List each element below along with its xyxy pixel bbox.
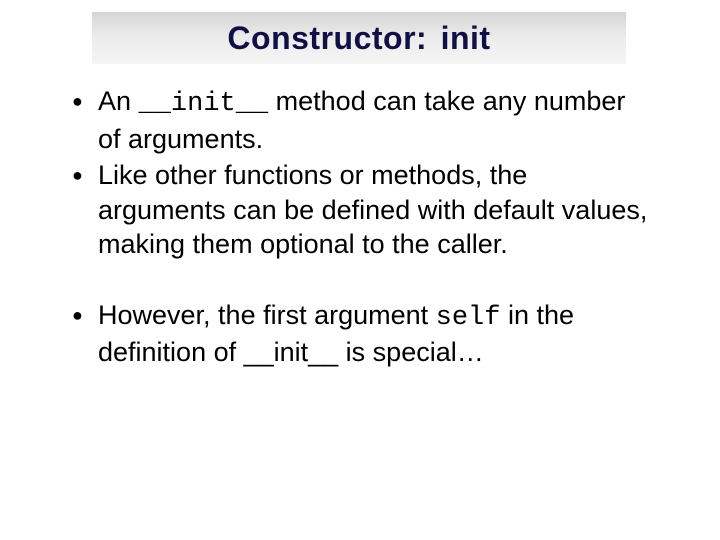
title-band: Constructor: init xyxy=(92,12,626,64)
bullet-3: However, the first argument self in the … xyxy=(72,298,648,370)
bullet-2-text: Like other functions or methods, the arg… xyxy=(98,160,647,259)
bullet-3-code: self xyxy=(436,303,501,333)
bullet-3-t1: However, the first argument xyxy=(98,300,436,330)
title-prefix: Constructor: xyxy=(227,20,427,56)
bullet-2: Like other functions or methods, the arg… xyxy=(72,158,648,262)
slide: Constructor: init An __init__ method can… xyxy=(0,0,720,540)
slide-body: An __init__ method can take any number o… xyxy=(72,84,648,372)
bullet-1-code: __init__ xyxy=(139,89,269,119)
bullet-1: An __init__ method can take any number o… xyxy=(72,84,648,156)
title-init: init xyxy=(441,20,491,56)
slide-title: Constructor: init xyxy=(227,20,490,57)
bullet-list: An __init__ method can take any number o… xyxy=(72,84,648,370)
bullet-1-t1: An xyxy=(98,86,139,116)
